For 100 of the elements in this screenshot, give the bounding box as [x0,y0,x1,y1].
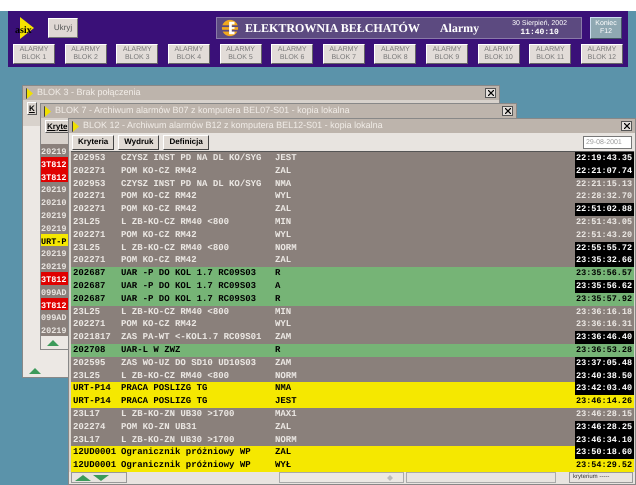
table-cell-text: 23:35:56.57 [575,267,634,280]
table-cell: 23:46:34.10 [575,434,634,446]
table-cell-text: 202595 [72,356,106,370]
table-cell-text: WYL [275,190,292,204]
table-cell-text: L ZB-KO-ZN UB30 >1700 [121,408,236,421]
table-row[interactable]: 202953 CZYSZ INST PD NA DL KO/SYG JEST 22:19:43.35 [71,152,634,165]
close-button[interactable] [502,106,513,116]
table-cell-text: ZAL [275,254,292,268]
toolbar-button[interactable]: Kryte [45,120,70,132]
table-cell: 23:42:03.40 [575,382,634,396]
table-cell-text: JEST [275,152,298,165]
table-cell-text: R [275,292,282,306]
table-cell-text: 202271 [72,203,106,216]
close-icon [488,90,494,96]
table-row[interactable]: 23L17 L ZB-KO-ZN UB30 >1700 NORM 23:46:34.10 [71,434,634,446]
table-cell-text: POM KO-CZ RM42 [121,190,198,204]
table-row[interactable]: 202271 POM KO-CZ RM42 ZAL 22:51:02.88 [71,203,634,216]
table-row[interactable]: URT-P14 PRACA POSLIZG TG NMA 23:42:03.40 [71,382,634,396]
hide-button[interactable]: Ukryj [48,18,78,38]
table-row[interactable]: 202687 UAR -P DO KOL 1.7 RC09S03 R 23:35:57.92 [71,292,634,306]
table-cell: 22:21:07.74 [575,164,634,178]
table-row[interactable]: 202708 UAR-L W ZWZ R 23:36:53.28 [71,344,634,357]
table-cell: 20219 [41,146,67,159]
close-button[interactable] [485,88,496,98]
table-cell: 23:46:28.25 [575,420,634,434]
table-cell: 23:50:18.60 [575,446,634,460]
table-cell-text: 12UD0001 [72,459,118,472]
table-cell-text: ZAM [275,356,292,370]
table-cell: 3T812 [41,172,67,184]
table-cell-text: 22:51:43.05 [575,216,634,229]
scrollbar[interactable] [279,472,404,484]
table-cell: 20219 [41,261,67,274]
table-cell-text: POM KO-CZ RM42 [121,228,198,242]
window-title: BLOK 7 - Archiwum alarmów B07 z komputera BEL07-S01 - kopia lokalna [55,104,350,118]
table-cell-text: 23:36:16.18 [575,306,634,318]
clock-text: 11:40:10 [520,28,559,37]
table-cell-text: 202271 [72,228,106,242]
table-cell: 23:40:38.50 [575,370,634,382]
table-cell-text: CZYSZ INST PD NA DL KO/SYG [121,152,262,165]
table-cell-text: URT-P14 [72,395,112,408]
table-row[interactable]: 202274 POM KO-ZN UB31 ZAL 23:46:28.25 [71,420,634,434]
table-cell-text: L ZB-KO-CZ RM40 <800 [121,242,230,254]
table-cell-text: 202271 [72,254,106,268]
table-row[interactable]: 202271 POM KO-CZ RM42 ZAL 23:35:32.66 [71,254,634,268]
table-cell-text: UAR-L W ZWZ [121,344,182,357]
table-cell: 20219 [41,248,67,262]
toolbar-button[interactable]: Wydruk [118,134,160,150]
table-cell-text: 23:36:53.28 [575,344,634,357]
table-cell-text: L ZB-KO-CZ RM40 <800 [121,306,230,318]
table-cell-text: ZAS PA-WT <-KOL1.7 RC09S01 [121,331,262,344]
toolbar-button[interactable]: Kryteria [72,134,114,150]
table-cell-text: PRACA POSLIZG TG [121,395,208,408]
down-arrow-icon [93,474,109,481]
toolbar-button[interactable]: Definicja [163,134,209,150]
table-cell-text: NORM [275,434,298,446]
table-cell-text: 23:54:29.52 [575,459,634,472]
table-cell-text: 202953 [72,178,106,190]
table-cell-text: NORM [275,242,298,254]
close-button[interactable] [621,121,632,131]
window-title: BLOK 3 - Brak połączenia [37,86,141,100]
table-row[interactable]: 2021817 ZAS PA-WT <-KOL1.7 RC09S01 ZAM 23:36:46.40 [71,331,634,344]
table-cell-text: 202271 [72,164,106,178]
table-cell-text: 23L25 [72,306,102,318]
table-cell-text: NMA [275,382,292,396]
table-row[interactable]: 202687 UAR -P DO KOL 1.7 RC09S03 A 23:35:56.62 [71,280,634,293]
table-row[interactable]: 12UD0001 Ogranicznik próżniowy WP WYŁ 23:54:29.52 [71,459,634,472]
table-cell-text: UAR -P DO KOL 1.7 RC09S03 [121,267,258,280]
table-cell-text: POM KO-ZN UB31 [121,420,198,434]
table-cell: 23:35:32.66 [575,254,634,268]
flag-icon [72,120,79,132]
table-cell-text: L ZB-KO-CZ RM40 <800 [121,370,230,382]
window-title: BLOK 12 - Archiwum alarmów B12 z komputera BEL12-S01 - kopia lokalna [83,119,383,132]
flag-icon [44,106,51,116]
table-cell-text: ZAL [275,164,292,178]
table-cell-text: UAR -P DO KOL 1.7 RC09S03 [121,280,258,293]
table-cell-text: 23L17 [72,408,102,421]
table-row[interactable]: 202687 UAR -P DO KOL 1.7 RC09S03 R 23:35:56.57 [71,267,634,280]
table-cell: 099AD [41,312,67,326]
toolbar-button[interactable]: K [27,102,37,114]
table-cell-text: 23L25 [72,216,102,229]
up-arrow-icon [47,340,59,346]
table-cell-text: UAR -P DO KOL 1.7 RC09S03 [121,292,258,306]
table-row[interactable]: 202271 POM KO-CZ RM42 ZAL 22:21:07.74 [71,164,634,178]
table-cell-text: ZAL [275,420,292,434]
table-row[interactable]: 23L25 L ZB-KO-CZ RM40 <800 NORM 22:55:55.72 [71,242,634,254]
table-cell: 20219 [41,184,67,198]
table-cell-text: 23:36:16.31 [575,318,634,332]
table-row[interactable]: URT-P14 PRACA POSLIZG TG JEST 23:46:14.26 [71,395,634,408]
table-cell: 20219 [41,222,67,236]
table-cell: 099AD [41,286,67,300]
table-cell-text: ZAS WO-UZ DO SD10 UD10S03 [121,356,258,370]
table-cell-text: 202687 [72,267,106,280]
table-cell: 20219 [41,325,67,338]
table-cell: 20219 [41,210,67,223]
table-row[interactable]: 12UD0001 Ogranicznik próżniowy WP ZAL 23:50:18.60 [71,446,634,460]
table-row[interactable]: 202595 ZAS WO-UZ DO SD10 UD10S03 ZAM 23:37:05.48 [71,356,634,370]
table-cell-text: ZAL [275,203,292,216]
table-row[interactable]: 23L25 L ZB-KO-CZ RM40 <800 NORM 23:40:38.50 [71,370,634,382]
table-cell: 3T812 [41,300,67,312]
table-cell-text: 23L25 [72,370,102,382]
